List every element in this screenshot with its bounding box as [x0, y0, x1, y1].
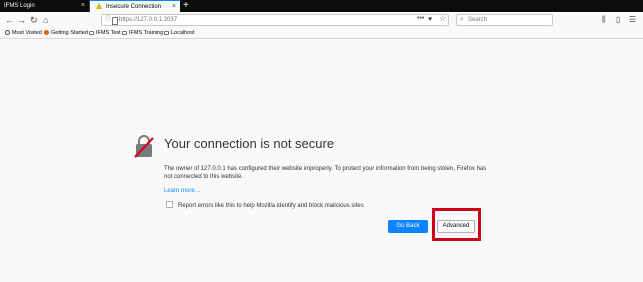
report-errors-checkbox[interactable] [166, 201, 173, 208]
forward-button[interactable]: → [17, 14, 26, 26]
library-icon[interactable]: ⫼ [602, 14, 606, 26]
error-description: The owner of 127.0.0.1 has configured th… [164, 166, 487, 180]
bookmark-label: IFMS Training [129, 30, 164, 36]
firefox-icon [44, 29, 49, 35]
folder-icon [89, 30, 94, 35]
bookmark-label: IFMS Test [96, 30, 121, 36]
home-button[interactable]: ⌂ [43, 14, 48, 26]
new-tab-button[interactable]: + [183, 0, 189, 12]
bookmark-label: Localhost [171, 30, 195, 36]
search-input[interactable]: ⌕ Search [456, 14, 553, 26]
search-placeholder: Search [468, 17, 488, 23]
reload-button[interactable]: ↻ [30, 14, 38, 26]
sidebar-icon[interactable]: ▯ [616, 14, 620, 26]
bookmarks-bar: Most Visited Getting Started IFMS Test I… [0, 28, 643, 39]
bookmark-localhost[interactable]: Localhost [164, 28, 195, 38]
close-tab-icon[interactable]: × [81, 0, 85, 12]
url-text[interactable]: https://127.0.0.1:2037 [119, 15, 177, 25]
bookmark-ifms-test[interactable]: IFMS Test [89, 28, 121, 38]
folder-icon [122, 30, 127, 35]
advanced-button[interactable]: Advanced [437, 220, 475, 233]
tab-ifms-login[interactable]: IFMS Login × [0, 0, 90, 12]
bookmark-most-visited[interactable]: Most Visited [5, 28, 42, 38]
search-icon: ⌕ [460, 16, 464, 23]
page-title: Your connection is not secure [164, 136, 335, 151]
back-button[interactable]: ← [5, 14, 14, 26]
url-bar[interactable]: ⓘ https://127.0.0.1:2037 ••• ♥ ☆ [101, 14, 449, 26]
error-page [0, 39, 643, 282]
pocket-icon[interactable]: ♥ [428, 15, 432, 25]
bookmark-star-icon[interactable]: ☆ [439, 14, 446, 24]
gear-icon [5, 29, 10, 35]
warning-icon [96, 3, 102, 9]
learn-more-link[interactable]: Learn more… [164, 188, 201, 194]
site-info-icon[interactable]: ⓘ [105, 15, 111, 25]
bookmark-label: Getting Started [51, 30, 88, 36]
insecure-lock-icon [112, 17, 118, 25]
tab-label: Insecure Connection [106, 4, 162, 10]
broken-lock-icon [134, 135, 154, 158]
menu-icon[interactable]: ☰ [629, 14, 636, 26]
tab-insecure-connection[interactable]: Insecure Connection × [90, 0, 180, 12]
report-errors-label: Report errors like this to help Mozilla … [178, 203, 364, 209]
tab-label: IFMS Login [4, 3, 35, 9]
bookmark-label: Most Visited [12, 30, 42, 36]
bookmark-getting-started[interactable]: Getting Started [44, 28, 88, 38]
bookmark-ifms-training[interactable]: IFMS Training [122, 28, 163, 38]
folder-icon [164, 30, 169, 35]
go-back-button[interactable]: Go Back [388, 220, 428, 233]
page-actions-icon[interactable]: ••• [417, 14, 424, 24]
tab-bar: IFMS Login × Insecure Connection × + [0, 0, 643, 12]
